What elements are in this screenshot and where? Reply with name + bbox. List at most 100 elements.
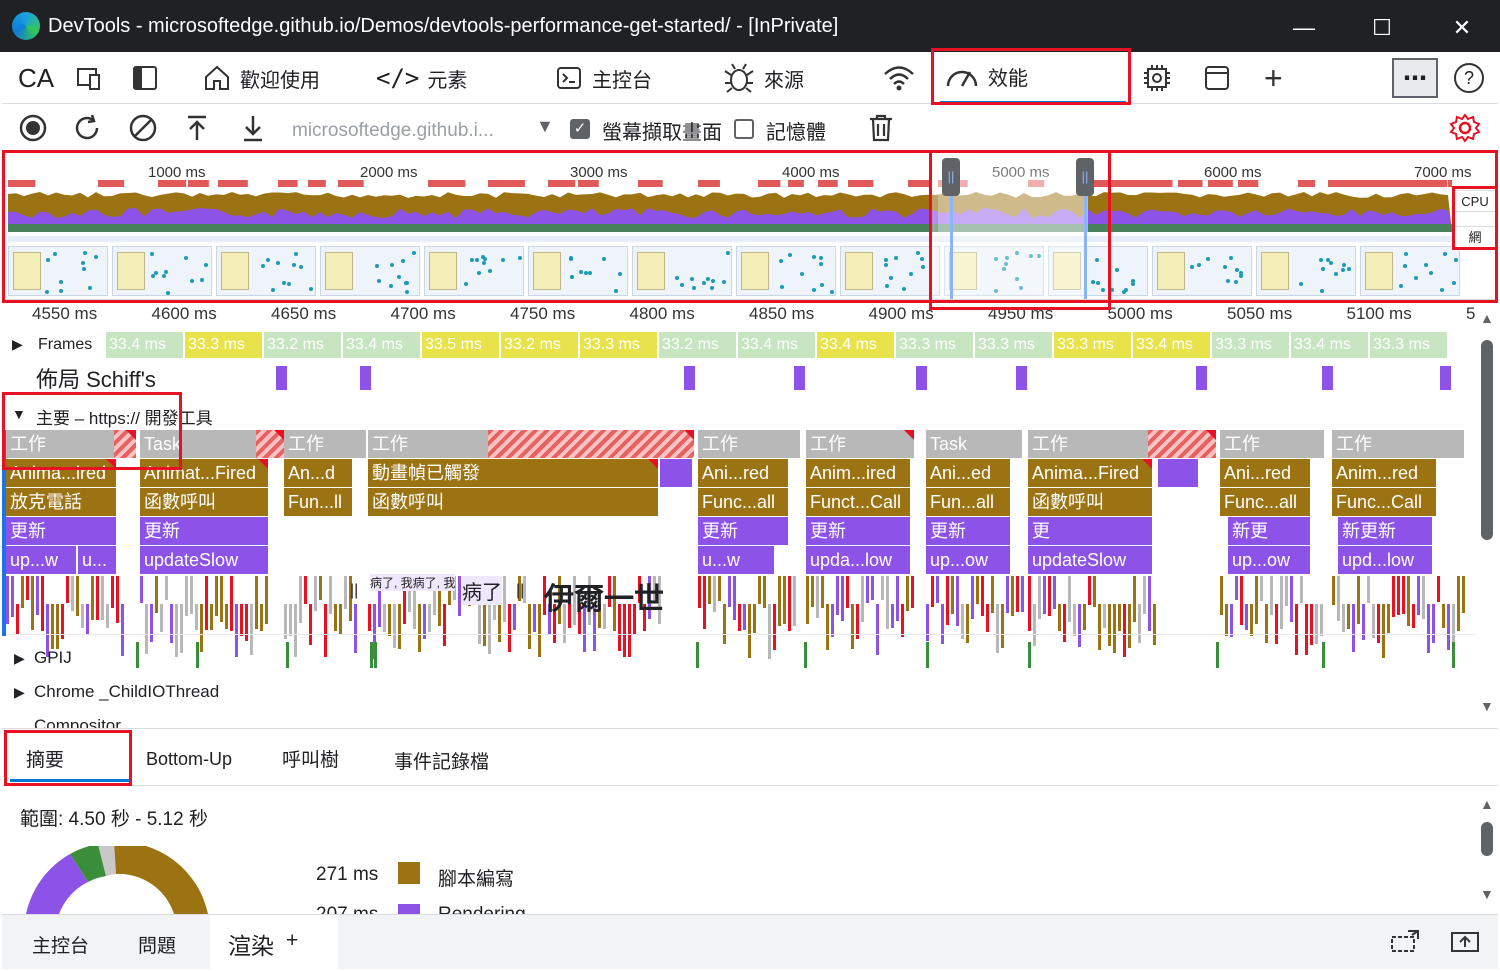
flame-row3-cell[interactable]: 函數呼叫 [140, 488, 270, 516]
flame-row3-cell[interactable]: Fun...all [926, 488, 1012, 516]
flame-row2-cell[interactable]: An...d [284, 459, 354, 487]
call-stack-sliver[interactable] [1133, 576, 1136, 622]
call-stack-sliver[interactable] [16, 604, 19, 635]
call-stack-sliver[interactable] [1138, 604, 1141, 643]
call-stack-sliver[interactable] [773, 604, 776, 650]
child-io-expand-icon[interactable]: ▶ [14, 684, 25, 701]
call-stack-sliver[interactable] [240, 604, 243, 636]
frame-block[interactable]: 33.3 ms [580, 332, 659, 358]
call-stack-sliver[interactable] [793, 576, 796, 626]
flame-row4-cell[interactable]: 更新 [806, 517, 912, 545]
call-stack-sliver[interactable] [428, 604, 431, 632]
call-stack-sliver[interactable] [255, 576, 258, 629]
call-stack-sliver[interactable] [1053, 576, 1056, 609]
call-stack-sliver[interactable] [1275, 604, 1278, 644]
call-stack-sliver[interactable] [235, 604, 238, 657]
call-stack-sliver[interactable] [788, 576, 791, 631]
call-stack-sliver[interactable] [986, 604, 989, 632]
call-stack-sliver[interactable] [1437, 576, 1440, 602]
call-stack-sliver[interactable] [718, 576, 721, 601]
call-stack-sliver[interactable] [1337, 576, 1340, 621]
flame-row5-cell[interactable]: up...w [6, 546, 78, 574]
layout-shift-marker[interactable] [1196, 366, 1207, 390]
call-stack-sliver[interactable] [1310, 604, 1313, 645]
call-stack-sliver[interactable] [886, 576, 889, 629]
call-stack-sliver[interactable] [101, 576, 104, 620]
scroll-thumb[interactable] [1481, 822, 1493, 856]
flame-row1-cell[interactable]: 工作 [1220, 430, 1326, 458]
call-stack-sliver[interactable] [1118, 604, 1121, 631]
drawer-active-tab[interactable]: 渲染 + [210, 915, 338, 970]
call-stack-sliver[interactable] [41, 576, 44, 631]
maximize-button[interactable]: ☐ [1362, 10, 1402, 46]
flame-row5-cell[interactable]: upda...low [806, 546, 912, 574]
dock-drawer-icon[interactable] [1390, 929, 1420, 960]
call-stack-sliver[interactable] [200, 604, 203, 652]
flame-row4-cell[interactable]: 更新 [698, 517, 790, 545]
call-stack-sliver[interactable] [1073, 604, 1076, 636]
call-stack-sliver[interactable] [753, 604, 756, 633]
call-stack-sliver[interactable] [906, 576, 909, 611]
clear-icon[interactable] [126, 112, 160, 144]
call-stack-sliver[interactable] [86, 604, 89, 635]
call-stack-sliver[interactable] [304, 576, 307, 604]
flame-row4-cell[interactable]: 新更新 [1338, 517, 1434, 545]
frame-block[interactable]: 33.2 ms [659, 332, 738, 358]
call-stack-sliver[interactable] [911, 576, 914, 608]
call-stack-sliver[interactable] [763, 576, 766, 608]
call-stack-sliver[interactable] [1427, 604, 1430, 653]
tab-event-log[interactable]: 事件記錄檔 [394, 747, 489, 774]
call-stack-sliver[interactable] [299, 576, 302, 623]
call-stack-sliver[interactable] [926, 604, 929, 641]
frame-block[interactable]: 33.2 ms [264, 332, 343, 358]
call-stack-sliver[interactable] [1372, 604, 1375, 638]
call-stack-sliver[interactable] [1352, 604, 1355, 652]
main-expand-icon[interactable]: ▼ [12, 406, 26, 422]
flame-row2-cell[interactable]: 動畫幀已觸發 [368, 459, 660, 487]
memory-checkbox[interactable] [734, 119, 754, 139]
call-stack-sliver[interactable] [339, 604, 342, 635]
call-stack-sliver[interactable] [1033, 604, 1036, 646]
close-button[interactable]: ✕ [1442, 10, 1482, 46]
call-stack-sliver[interactable] [708, 576, 711, 604]
call-stack-sliver[interactable] [866, 576, 869, 603]
call-stack-sliver[interactable] [388, 604, 391, 636]
flame-row4-cell[interactable]: 新更 [1228, 517, 1312, 545]
flame-row3-cell[interactable]: Func...Call [1332, 488, 1438, 516]
record-button[interactable] [16, 112, 50, 144]
gpu-task-bar[interactable] [696, 642, 699, 668]
call-stack-sliver[interactable] [976, 576, 979, 604]
call-stack-sliver[interactable] [778, 576, 781, 626]
tab-sources[interactable]: 來源 [722, 52, 804, 104]
call-stack-sliver[interactable] [498, 604, 501, 642]
flame-row4-cell[interactable]: 更新 [926, 517, 1012, 545]
flame-row2-cell[interactable]: Anima...ired [6, 459, 118, 487]
network-wifi-icon[interactable] [882, 52, 916, 104]
gpu-task-bar[interactable] [1452, 642, 1455, 668]
call-stack-sliver[interactable] [6, 576, 9, 624]
call-stack-sliver[interactable] [538, 604, 541, 657]
dock-sidebar-icon[interactable] [130, 52, 160, 104]
flame-row4-cell[interactable]: 更 [1028, 517, 1154, 545]
gpu-task-bar[interactable] [196, 642, 199, 668]
call-stack-sliver[interactable] [1290, 576, 1293, 622]
call-stack-sliver[interactable] [111, 576, 114, 608]
call-stack-sliver[interactable] [831, 604, 834, 637]
call-stack-sliver[interactable] [733, 576, 736, 620]
call-stack-sliver[interactable] [806, 576, 809, 624]
call-stack-sliver[interactable] [1265, 604, 1268, 643]
timeline-overview[interactable]: 1000 ms 2000 ms 3000 ms 4000 ms 5000 ms 6000 … [2, 152, 1498, 300]
call-stack-sliver[interactable] [1315, 604, 1318, 644]
call-stack-sliver[interactable] [816, 576, 819, 618]
call-stack-sliver[interactable] [1255, 576, 1258, 624]
call-stack-sliver[interactable] [698, 576, 701, 608]
call-stack-sliver[interactable] [1407, 576, 1410, 626]
call-stack-sliver[interactable] [1412, 604, 1415, 628]
flame-row2-cell[interactable]: Ani...red [1220, 459, 1312, 487]
flame-row1-cell[interactable]: 工作 [698, 430, 802, 458]
call-stack-sliver[interactable] [1240, 576, 1243, 625]
call-stack-sliver[interactable] [1387, 604, 1390, 633]
call-stack-sliver[interactable] [1011, 576, 1014, 616]
call-stack-sliver[interactable] [250, 604, 253, 655]
call-stack-sliver[interactable] [1320, 604, 1323, 636]
